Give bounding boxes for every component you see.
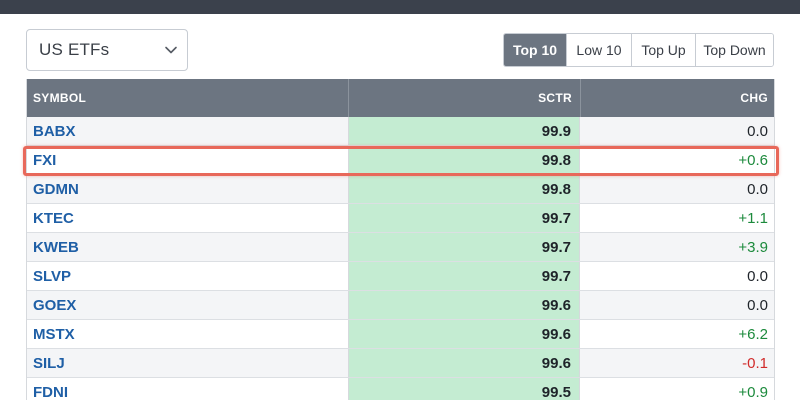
sctr-value: 99.6 (348, 320, 580, 348)
sctr-table: SYMBOL SCTR CHG BABX 99.9 0.0 FXI 99.8 +0.6 GD… (26, 79, 775, 400)
symbol-link[interactable]: GOEX (27, 291, 348, 319)
table-row[interactable]: SILJ 99.6 -0.1 (27, 349, 774, 378)
chg-value: 0.0 (747, 180, 768, 198)
chg-value: +0.9 (738, 383, 768, 400)
table-row[interactable]: BABX 99.9 0.0 (27, 117, 774, 146)
sctr-value: 99.7 (348, 204, 580, 232)
symbol-link[interactable]: MSTX (27, 320, 348, 348)
chg-value: 0.0 (747, 267, 768, 285)
table-row[interactable]: MSTX 99.6 +6.2 (27, 320, 774, 349)
symbol-link[interactable]: BABX (27, 117, 348, 145)
chg-value: +6.2 (738, 325, 768, 343)
sctr-value: 99.6 (348, 349, 580, 377)
tab-low-10[interactable]: Low 10 (566, 34, 631, 66)
chg-value: +3.9 (738, 238, 768, 256)
tab-top-down[interactable]: Top Down (695, 34, 773, 66)
symbol-link[interactable]: KWEB (27, 233, 348, 261)
symbol-link[interactable]: SLVP (27, 262, 348, 290)
sctr-value: 99.5 (348, 378, 580, 400)
tab-top-10[interactable]: Top 10 (504, 34, 566, 66)
table-row[interactable]: FDNI 99.5 +0.9 (27, 378, 774, 400)
tab-top-up[interactable]: Top Up (631, 34, 695, 66)
symbol-link[interactable]: FXI (27, 146, 348, 174)
table-row[interactable]: KTEC 99.7 +1.1 (27, 204, 774, 233)
symbol-link[interactable]: GDMN (27, 175, 348, 203)
chg-value: +0.6 (738, 151, 768, 169)
sctr-value: 99.8 (348, 146, 580, 174)
etf-category-select[interactable]: US ETFs (26, 29, 188, 71)
table-row[interactable]: SLVP 99.7 0.0 (27, 262, 774, 291)
chg-value: 0.0 (747, 296, 768, 314)
sctr-value: 99.7 (348, 262, 580, 290)
chevron-down-icon (165, 46, 177, 54)
chg-value: +1.1 (738, 209, 768, 227)
table-row[interactable]: GOEX 99.6 0.0 (27, 291, 774, 320)
symbol-link[interactable]: KTEC (27, 204, 348, 232)
symbol-link[interactable]: FDNI (27, 378, 348, 400)
ranking-tabs: Top 10 Low 10 Top Up Top Down (503, 33, 774, 67)
table-row[interactable]: GDMN 99.8 0.0 (27, 175, 774, 204)
table-row[interactable]: FXI 99.8 +0.6 (27, 146, 774, 175)
chg-value: 0.0 (747, 122, 768, 140)
table-row[interactable]: KWEB 99.7 +3.9 (27, 233, 774, 262)
column-header-symbol[interactable]: SYMBOL (27, 79, 348, 117)
top-bar (0, 0, 800, 14)
symbol-link[interactable]: SILJ (27, 349, 348, 377)
etf-category-value: US ETFs (39, 40, 110, 59)
table-body: BABX 99.9 0.0 FXI 99.8 +0.6 GDMN 99.8 0.0 KTEC 99.… (27, 117, 774, 400)
table-header: SYMBOL SCTR CHG (27, 79, 774, 117)
sctr-value: 99.9 (348, 117, 580, 145)
sctr-value: 99.7 (348, 233, 580, 261)
column-header-chg[interactable]: CHG (580, 79, 774, 117)
sctr-value: 99.6 (348, 291, 580, 319)
column-header-sctr[interactable]: SCTR (348, 79, 580, 117)
chg-value: -0.1 (742, 354, 768, 372)
sctr-value: 99.8 (348, 175, 580, 203)
